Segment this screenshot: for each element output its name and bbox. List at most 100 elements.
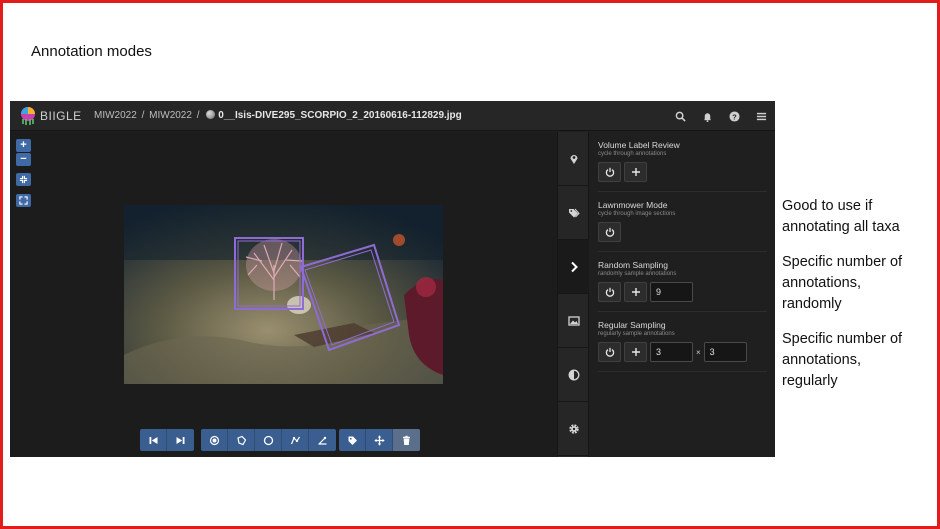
breadcrumb-filename: 0__Isis-DIVE295_SCORPIO_2_20160616-11282… <box>218 110 462 121</box>
random-sampling-plus-button[interactable] <box>624 282 647 302</box>
breadcrumb-project[interactable]: MIW2022 <box>94 110 137 121</box>
zoom-in-button[interactable]: + <box>16 139 31 152</box>
map-marker-icon <box>570 154 577 164</box>
svg-text:?: ? <box>732 112 737 121</box>
times-sign: × <box>696 347 701 357</box>
logo-text[interactable]: BIIGLE <box>40 109 82 123</box>
bell-icon[interactable] <box>694 101 721 131</box>
attach-label-button[interactable] <box>339 429 366 451</box>
tab-color-adjustment[interactable] <box>558 348 589 402</box>
mode-subtitle: regularly sample annotations <box>598 331 675 337</box>
plus-icon <box>631 288 640 296</box>
power-icon <box>605 287 614 297</box>
power-icon <box>605 227 614 237</box>
tab-settings[interactable] <box>558 402 589 456</box>
draw-polygon-button[interactable] <box>228 429 255 451</box>
line-string-icon <box>290 436 300 444</box>
move-annotation-button[interactable] <box>366 429 393 451</box>
search-icon[interactable] <box>667 101 694 131</box>
mode-controls <box>598 222 767 242</box>
tag-icon <box>348 436 357 445</box>
toggle-volume-label-review-button[interactable] <box>598 162 621 182</box>
mode-lawnmower: Lawnmower Mode cycle through image secti… <box>598 192 767 252</box>
step-forward-icon <box>176 436 185 444</box>
polygon-icon <box>236 435 246 445</box>
compress-icon <box>19 175 28 184</box>
top-navbar: BIIGLE MIW2022 / MIW2022 / 0__Isis-DIVE2… <box>10 101 775 131</box>
circle-icon <box>263 435 273 445</box>
draw-point-button[interactable] <box>201 429 228 451</box>
volume-label-review-plus-button[interactable] <box>624 162 647 182</box>
tab-image-adjustment[interactable] <box>558 294 589 348</box>
draw-more-tools-button[interactable] <box>309 429 336 451</box>
toggle-random-sampling-button[interactable] <box>598 282 621 302</box>
note-line: annotations, <box>782 275 862 291</box>
slide-title: Annotation modes <box>31 43 152 60</box>
zoom-to-native-button[interactable] <box>16 173 31 186</box>
next-image-button[interactable] <box>167 429 194 451</box>
note-regular-sampling: Specific number of annotations, regularl… <box>782 329 940 392</box>
biigle-logo-icon[interactable] <box>19 107 37 125</box>
gear-icon <box>568 423 579 434</box>
arrows-move-icon <box>374 435 384 445</box>
seafloor-image[interactable] <box>124 205 443 384</box>
regular-sampling-columns-input[interactable]: 3 <box>703 342 747 362</box>
mode-random-sampling: Random Sampling randomly sample annotati… <box>598 252 767 312</box>
mode-title: Lawnmower Mode <box>598 200 668 210</box>
mode-title: Regular Sampling <box>598 320 666 330</box>
trash-icon <box>403 435 410 445</box>
toggle-regular-sampling-button[interactable] <box>598 342 621 362</box>
mode-subtitle: cycle through annotations <box>598 151 667 157</box>
mode-title: Random Sampling <box>598 260 668 270</box>
mode-controls: 3 × 3 <box>598 342 767 362</box>
note-line: regularly <box>782 373 838 389</box>
regular-sampling-plus-button[interactable] <box>624 342 647 362</box>
plus-icon <box>631 168 640 176</box>
expand-icon <box>19 196 28 205</box>
sidebar-tabs <box>557 132 589 457</box>
toggle-lawnmower-button[interactable] <box>598 222 621 242</box>
navigation-toolbar <box>140 429 194 451</box>
annotation-modes-panel: Volume Label Review cycle through annota… <box>590 132 775 457</box>
tab-labels[interactable] <box>558 186 589 240</box>
chevron-right-icon <box>570 261 578 272</box>
contrast-icon <box>568 369 579 380</box>
point-icon <box>209 435 219 445</box>
draw-circle-button[interactable] <box>255 429 282 451</box>
plus-icon <box>631 348 640 356</box>
zoom-out-button[interactable]: − <box>16 153 31 166</box>
note-lawnmower: Good to use if annotating all taxa <box>782 196 940 238</box>
mode-subtitle: cycle through image sections <box>598 211 676 217</box>
note-random-sampling: Specific number of annotations, randomly <box>782 252 940 315</box>
tab-annotations[interactable] <box>558 132 589 186</box>
note-line: Specific number of <box>782 254 903 270</box>
menu-icon[interactable] <box>748 101 775 131</box>
edit-toolbar <box>339 429 420 451</box>
regular-sampling-rows-input[interactable]: 3 <box>650 342 693 362</box>
tab-annotation-modes[interactable] <box>558 240 589 294</box>
mode-subtitle: randomly sample annotations <box>598 271 677 277</box>
image-icon <box>567 315 580 326</box>
draw-linestring-button[interactable] <box>282 429 309 451</box>
note-line: randomly <box>782 296 842 312</box>
biigle-app-screenshot: BIIGLE MIW2022 / MIW2022 / 0__Isis-DIVE2… <box>10 101 775 457</box>
note-line: Good to use if <box>782 198 873 214</box>
random-sampling-count-input[interactable]: 9 <box>650 282 693 302</box>
help-icon[interactable]: ? <box>721 101 748 131</box>
mode-title: Volume Label Review <box>598 140 680 150</box>
fullscreen-button[interactable] <box>16 194 31 207</box>
mode-regular-sampling: Regular Sampling regularly sample annota… <box>598 312 767 372</box>
image-status-icon <box>206 110 216 119</box>
mode-volume-label-review: Volume Label Review cycle through annota… <box>598 132 767 192</box>
measure-icon <box>318 436 327 445</box>
power-icon <box>605 347 614 357</box>
breadcrumb: MIW2022 / MIW2022 / 0__Isis-DIVE295_SCOR… <box>94 110 462 121</box>
delete-annotation-button[interactable] <box>393 429 420 451</box>
slide-notes: Good to use if annotating all taxa Speci… <box>782 196 940 406</box>
tags-icon <box>568 208 580 217</box>
step-backward-icon <box>149 436 157 444</box>
breadcrumb-volume[interactable]: MIW2022 <box>149 110 192 121</box>
previous-image-button[interactable] <box>140 429 167 451</box>
annotation-canvas[interactable]: + − <box>10 132 557 457</box>
note-line: annotations, <box>782 352 862 368</box>
